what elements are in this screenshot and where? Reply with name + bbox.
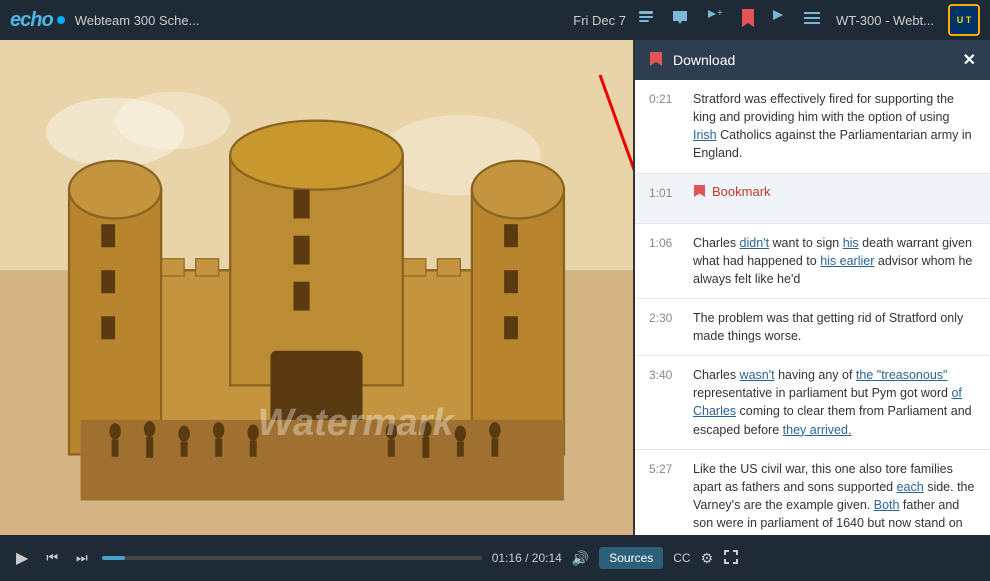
link-irish: Irish [693,128,717,142]
item-timestamp[interactable]: 1:06 [649,234,681,250]
top-bar: echo Webteam 300 Sche... Fri Dec 7 + WT-… [0,0,990,40]
bottom-bar: ▶ ⏮ ⏭ 01:16 / 20:14 🔊 Sources CC ⚙ [0,535,990,581]
time-display: 01:16 / 20:14 [492,551,562,565]
wt-label: WT-300 - Webt... [836,13,934,28]
video-frame: Watermark [0,40,633,535]
sidebar-header: Download ✕ [635,40,990,80]
top-bar-icons: + WT-300 - Webt... U T [636,4,980,36]
bookmark-icon[interactable] [740,8,756,33]
castle-drawing [0,40,633,535]
list-item: 0:21 Stratford was effectively fired for… [635,80,990,174]
course-title: Webteam 300 Sche... [75,13,564,28]
progress-bar[interactable] [102,556,482,560]
chat-icon[interactable] [670,8,690,33]
cc-button[interactable]: CC [673,551,690,565]
progress-fill [102,556,125,560]
svg-text:+: + [717,8,723,19]
fast-forward-button[interactable]: ⏭ [72,548,92,568]
item-timestamp[interactable]: 2:30 [649,309,681,325]
sidebar-title: Download [673,52,953,68]
video-area: Watermark [0,40,633,535]
sources-button[interactable]: Sources [599,547,663,569]
flag-icon[interactable] [770,8,788,33]
item-content: The problem was that getting rid of Stra… [693,309,976,345]
item-content: Charles wasn't having any of the "treaso… [693,366,976,439]
item-timestamp[interactable]: 1:01 [649,184,681,200]
close-button[interactable]: ✕ [963,50,976,70]
list-item: 1:06 Charles didn't want to sign his dea… [635,224,990,299]
item-timestamp[interactable]: 3:40 [649,366,681,382]
item-content: Charles didn't want to sign his death wa… [693,234,976,288]
volume-icon[interactable]: 🔊 [572,550,589,567]
list-item: 3:40 Charles wasn't having any of the "t… [635,356,990,450]
list-item-bookmark: 1:01 Bookmark [635,174,990,224]
list-item: 5:27 Like the US civil war, this one als… [635,450,990,535]
sidebar-items-list: 0:21 Stratford was effectively fired for… [635,80,990,535]
flag-plus-icon[interactable]: + [704,8,726,33]
item-content: Like the US civil war, this one also tor… [693,460,976,535]
echo-logo: echo [10,9,65,32]
main-content: Watermark Download ✕ 0:21 [0,40,990,535]
list-item: 2:30 The problem was that getting rid of… [635,299,990,356]
bookmark-label: Bookmark [693,184,771,199]
echo-dot [57,16,65,24]
list-icon[interactable] [802,8,822,33]
sidebar-panel: Download ✕ 0:21 Stratford was effectivel… [635,40,990,535]
play-button[interactable]: ▶ [12,546,32,570]
item-content: Stratford was effectively fired for supp… [693,90,976,163]
settings-icon[interactable]: ⚙ [701,550,714,567]
user-avatar: U T [948,4,980,36]
notes-icon[interactable] [636,8,656,33]
rewind-button[interactable]: ⏮ [42,548,62,568]
echo-text: echo [10,9,53,32]
date-display: Fri Dec 7 [573,13,626,28]
bookmark-header-icon [649,51,663,70]
item-timestamp[interactable]: 0:21 [649,90,681,106]
item-timestamp[interactable]: 5:27 [649,460,681,476]
fullscreen-icon[interactable] [723,549,739,568]
